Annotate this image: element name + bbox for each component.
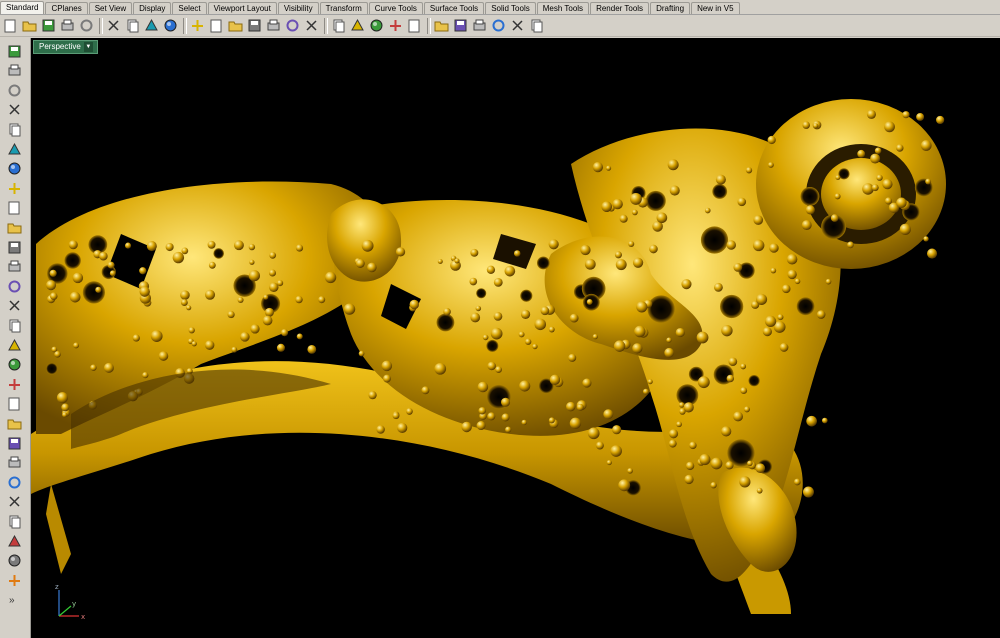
viewport-header: Perspective ▼: [31, 38, 1000, 54]
toolbar-separator: [427, 17, 431, 34]
tab-display[interactable]: Display: [133, 2, 172, 14]
open-icon[interactable]: [21, 17, 38, 34]
render-material-icon[interactable]: [5, 571, 23, 589]
ellipse-icon[interactable]: [5, 160, 23, 178]
svg-text:»: »: [9, 595, 15, 606]
move-icon[interactable]: [5, 395, 23, 413]
tab-new-in-v5[interactable]: New in V5: [691, 2, 740, 14]
render-icon[interactable]: [471, 17, 488, 34]
save-icon[interactable]: [40, 17, 57, 34]
curve-icon[interactable]: [5, 101, 23, 119]
lock-icon[interactable]: [368, 17, 385, 34]
tab-select[interactable]: Select: [172, 2, 207, 14]
tab-standard[interactable]: Standard: [0, 1, 45, 14]
copy-icon[interactable]: [124, 17, 141, 34]
tab-visibility[interactable]: Visibility: [277, 2, 319, 14]
color-wheel-icon[interactable]: [433, 17, 450, 34]
toolbar-separator: [324, 17, 328, 34]
material-icon[interactable]: [452, 17, 469, 34]
polygon-icon[interactable]: [5, 179, 23, 197]
analyze-icon[interactable]: [5, 552, 23, 570]
fillet-icon[interactable]: [5, 434, 23, 452]
undo-icon[interactable]: [162, 17, 179, 34]
select-arrow-icon[interactable]: [5, 42, 23, 60]
pan-icon[interactable]: [189, 17, 206, 34]
sphere-icon[interactable]: [5, 316, 23, 334]
trim-icon[interactable]: [5, 454, 23, 472]
toolbar-separator: [99, 17, 103, 34]
print-icon[interactable]: [59, 17, 76, 34]
rotate-view-icon[interactable]: [208, 17, 225, 34]
surface-icon[interactable]: [5, 277, 23, 295]
tab-render-tools[interactable]: Render Tools: [590, 2, 650, 14]
zoom-window-icon[interactable]: [227, 17, 244, 34]
text-icon[interactable]: [5, 493, 23, 511]
array-icon[interactable]: [5, 414, 23, 432]
tab-solid-tools[interactable]: Solid Tools: [485, 2, 536, 14]
dimension-icon[interactable]: [5, 512, 23, 530]
freeform-icon[interactable]: [5, 218, 23, 236]
circle-icon[interactable]: [5, 120, 23, 138]
world-axes-icon: z y x: [55, 584, 85, 621]
boolean-icon[interactable]: [5, 356, 23, 374]
more-icon[interactable]: »: [5, 591, 23, 609]
point-icon[interactable]: [5, 62, 23, 80]
zoom-selected-icon[interactable]: [265, 17, 282, 34]
tab-drafting[interactable]: Drafting: [650, 2, 691, 14]
main-left-toolbar: »: [0, 38, 31, 638]
toolbar-separator: [183, 17, 187, 34]
chevron-down-icon[interactable]: ▼: [83, 42, 93, 52]
undo-view-icon[interactable]: [284, 17, 301, 34]
axis-y-label: y: [72, 600, 76, 608]
zoom-extents-icon[interactable]: [246, 17, 263, 34]
light-icon[interactable]: [387, 17, 404, 34]
tab-viewport-layout[interactable]: Viewport Layout: [207, 2, 277, 14]
tab-surface-tools[interactable]: Surface Tools: [423, 2, 485, 14]
options-icon[interactable]: [509, 17, 526, 34]
hide-icon[interactable]: [330, 17, 347, 34]
snap-icon[interactable]: [490, 17, 507, 34]
tab-curve-tools[interactable]: Curve Tools: [368, 2, 423, 14]
gold-ring-render: [31, 99, 946, 614]
import-icon[interactable]: [78, 17, 95, 34]
cut-icon[interactable]: [105, 17, 122, 34]
tab-cplanes[interactable]: CPlanes: [45, 2, 88, 14]
new-icon[interactable]: [2, 17, 19, 34]
tab-set-view[interactable]: Set View: [88, 2, 133, 14]
mesh-icon[interactable]: [5, 375, 23, 393]
layer-icon[interactable]: [406, 17, 423, 34]
box-icon[interactable]: [5, 297, 23, 315]
rectangle-icon[interactable]: [5, 199, 23, 217]
group-icon[interactable]: [5, 532, 23, 550]
standard-toolbar: [0, 15, 1000, 37]
grid-icon[interactable]: [303, 17, 320, 34]
offset-icon[interactable]: [5, 238, 23, 256]
polyline-icon[interactable]: [5, 81, 23, 99]
help-icon[interactable]: [528, 17, 545, 34]
extrude-icon[interactable]: [5, 336, 23, 354]
show-icon[interactable]: [349, 17, 366, 34]
perspective-viewport[interactable]: z y x: [31, 54, 1000, 638]
axis-x-label: x: [81, 613, 85, 621]
arc-icon[interactable]: [5, 140, 23, 158]
viewport-title-tab[interactable]: Perspective ▼: [33, 40, 98, 54]
split-icon[interactable]: [5, 473, 23, 491]
curve-edit-icon[interactable]: [5, 258, 23, 276]
viewport-title-label: Perspective: [39, 42, 81, 51]
paste-icon[interactable]: [143, 17, 160, 34]
tab-mesh-tools[interactable]: Mesh Tools: [536, 2, 590, 14]
toolbar-tab-strip: Standard CPlanes Set View Display Select View…: [0, 0, 1000, 15]
tab-transform[interactable]: Transform: [319, 2, 368, 14]
axis-z-label: z: [55, 584, 59, 591]
